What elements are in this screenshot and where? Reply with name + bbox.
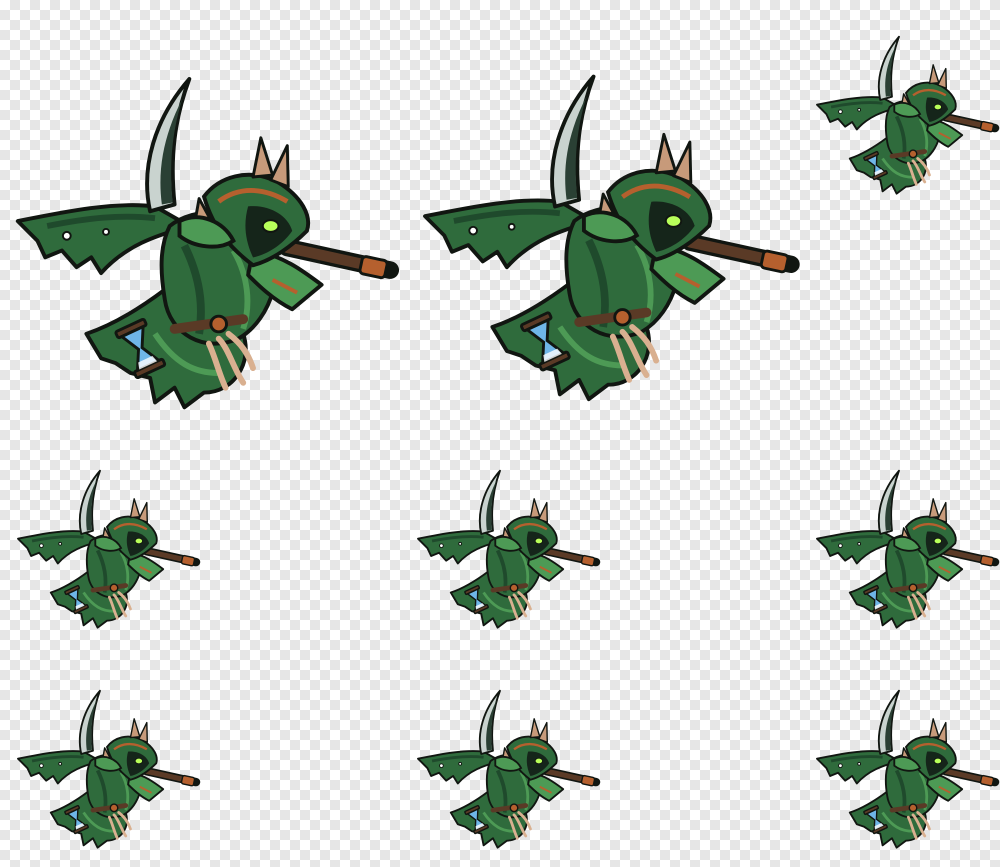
reaper-sprite-frame-4 (12, 452, 202, 630)
reaper-sprite-frame-5 (412, 452, 602, 630)
reaper-sprite-frame-3 (812, 18, 1000, 196)
reaper-sprite-frame-2 (412, 38, 804, 404)
reaper-sprite-frame-8 (412, 672, 602, 850)
reaper-sprite-frame-6 (812, 452, 1000, 630)
reaper-sprite-frame-1 (8, 38, 400, 414)
reaper-sprite-frame-7 (12, 672, 202, 850)
reaper-sprite-frame-9 (812, 672, 1000, 850)
